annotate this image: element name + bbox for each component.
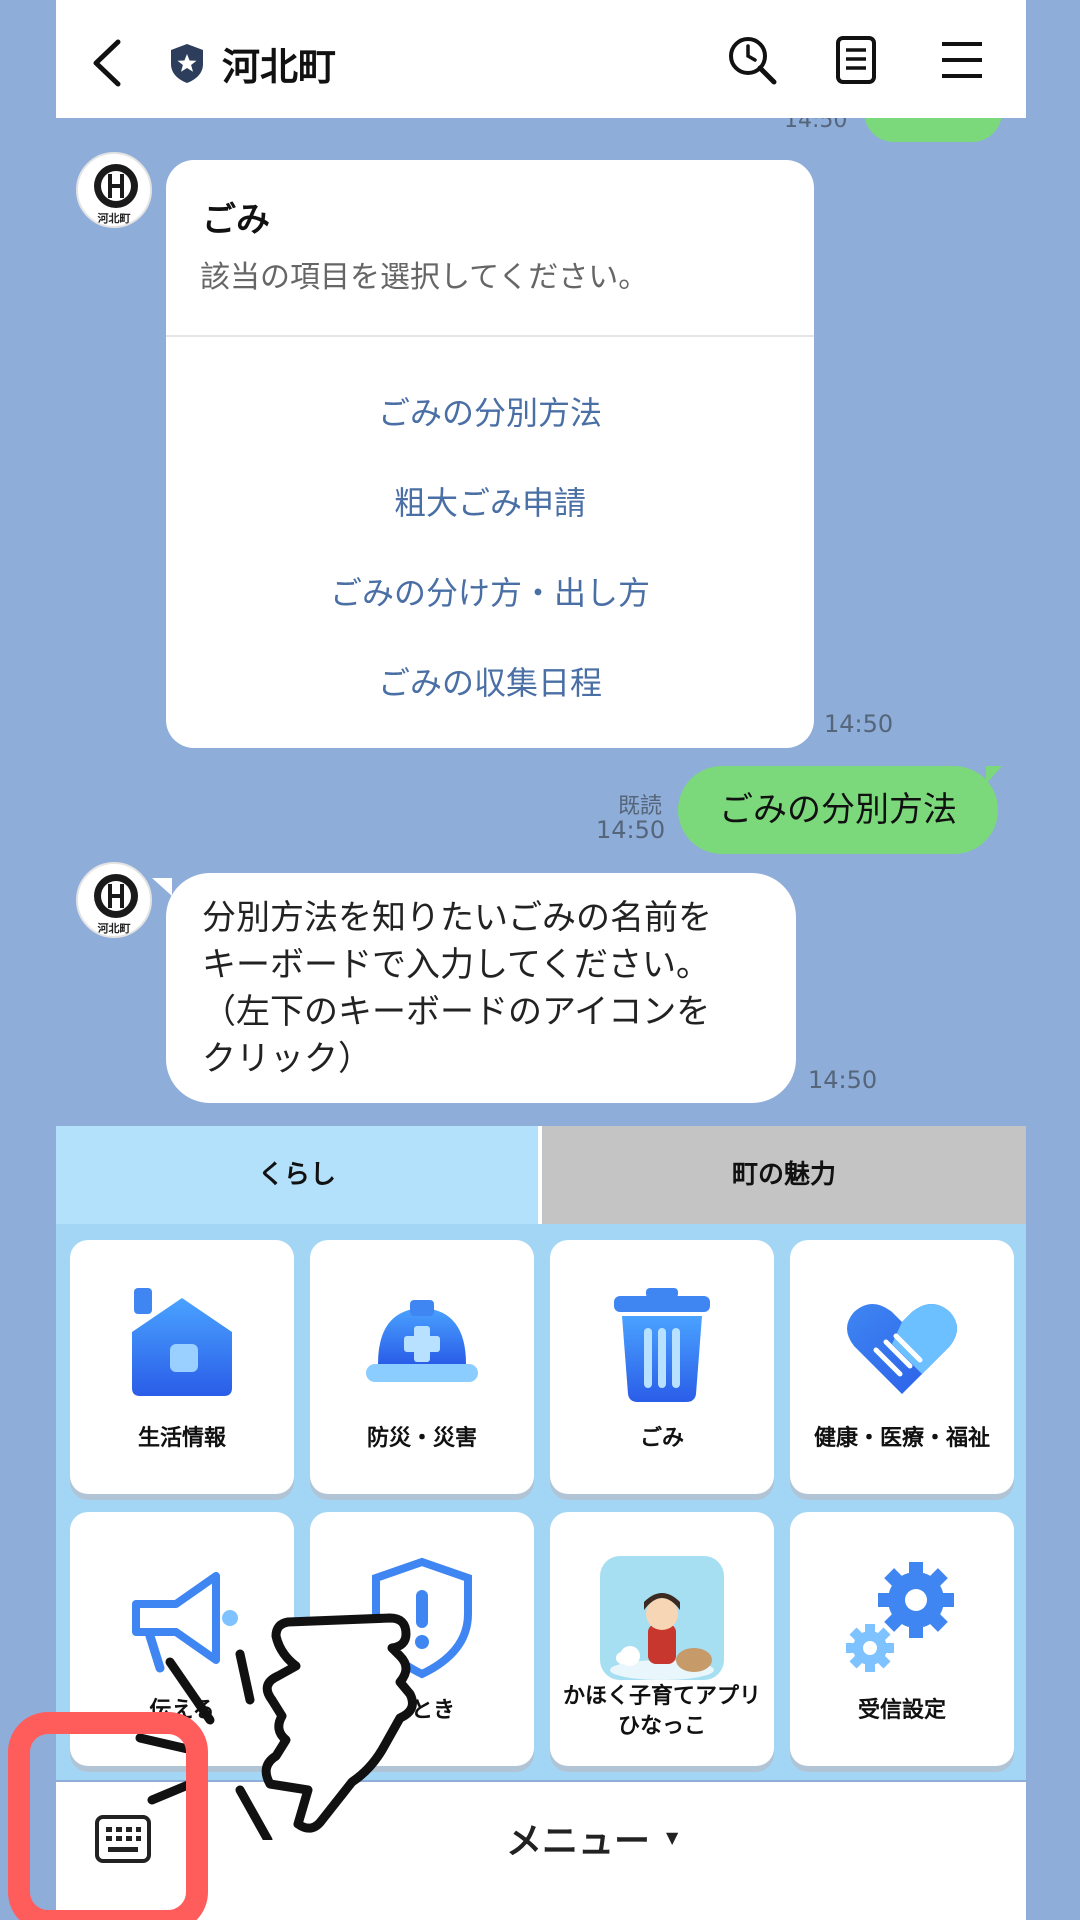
tile-label: 健康・医療・福祉 — [813, 1426, 990, 1451]
tile-label: 防災・災害 — [366, 1426, 477, 1451]
notes-icon[interactable] — [830, 34, 882, 86]
incoming-message[interactable]: 分別方法を知りたいごみの名前を キーボードで入力してください。 （左下のキーボー… — [166, 873, 796, 1103]
menu-toggle-label[interactable]: メニュー — [506, 1812, 650, 1864]
search-clock-icon[interactable] — [726, 34, 778, 86]
outgoing-message[interactable]: ごみの分別方法 — [678, 766, 998, 854]
message-line: キーボードで入力してください。 — [202, 945, 710, 985]
menu-tile-notification-settings[interactable]: 受信設定 — [790, 1512, 1014, 1766]
town-emblem-icon — [94, 164, 138, 208]
background-edge — [1026, 0, 1080, 1920]
avatar-label: 河北町 — [97, 922, 131, 935]
chat-header: 河北町 — [56, 0, 1026, 118]
message-line: 分別方法を知りたいごみの名前を — [202, 898, 712, 938]
menu-tile-life-info[interactable]: 生活情報 — [70, 1240, 294, 1494]
menu-tile-health[interactable]: 健康・医療・福祉 — [790, 1240, 1014, 1494]
message-time: 14:50 — [824, 710, 894, 738]
card-option-schedule[interactable]: ごみの収集日程 — [166, 658, 814, 704]
tile-label: ごみ — [639, 1426, 684, 1451]
tile-label-line: かほく子育てアプリ — [562, 1684, 761, 1709]
helmet-icon — [366, 1300, 478, 1382]
message-time: 14:50 — [596, 816, 666, 844]
background-edge — [0, 0, 56, 1920]
tab-kurashi[interactable]: くらし — [56, 1126, 538, 1224]
message-line: （左下のキーボードのアイコンを — [202, 992, 711, 1032]
card-title: ごみ — [202, 200, 270, 240]
divider — [166, 335, 814, 337]
message-line: クリック） — [202, 1039, 372, 1079]
tile-label: 受信設定 — [857, 1698, 946, 1723]
card-subtitle: 該当の項目を選択してください。 — [200, 260, 649, 295]
heart-handshake-icon — [847, 1304, 957, 1394]
tile-label-line: ひなっこ — [617, 1714, 706, 1739]
tile-label: 生活情報 — [137, 1426, 226, 1451]
hinakko-app-icon — [600, 1556, 724, 1680]
chevron-left-icon[interactable] — [86, 38, 130, 88]
hamburger-icon[interactable] — [936, 34, 988, 86]
menu-tile-hinakko[interactable]: かほく子育てアプリ ひなっこ — [550, 1512, 774, 1766]
bubble-tail — [152, 878, 172, 896]
menu-tile-garbage[interactable]: ごみ — [550, 1240, 774, 1494]
card-option-how-to-dispose[interactable]: ごみの分け方・出し方 — [166, 568, 814, 614]
card-option-sorting[interactable]: ごみの分別方法 — [166, 388, 814, 434]
highlight-frame — [8, 1712, 208, 1920]
bubble-tail — [986, 766, 1002, 784]
trash-icon — [614, 1288, 710, 1402]
page-title: 河北町 — [222, 45, 337, 89]
avatar-label: 河北町 — [97, 212, 131, 225]
gear-icon — [846, 1562, 954, 1672]
caret-down-icon[interactable]: ▼ — [666, 1828, 678, 1847]
card-option-bulky-request[interactable]: 粗大ごみ申請 — [166, 478, 814, 524]
avatar[interactable]: 河北町 — [76, 152, 152, 228]
shield-star-icon — [171, 44, 203, 83]
garbage-menu-card: ごみ 該当の項目を選択してください。 ごみの分別方法 粗大ごみ申請 ごみの分け方… — [166, 160, 814, 748]
town-emblem-icon — [94, 874, 138, 918]
avatar[interactable]: 河北町 — [76, 862, 152, 938]
message-time: 14:50 — [808, 1066, 878, 1094]
house-icon — [132, 1288, 232, 1396]
tile-label: かほく子育てアプリ ひなっこ — [550, 1682, 774, 1742]
menu-tile-disaster[interactable]: 防災・災害 — [310, 1240, 534, 1494]
tab-town-appeal[interactable]: 町の魅力 — [542, 1126, 1026, 1224]
